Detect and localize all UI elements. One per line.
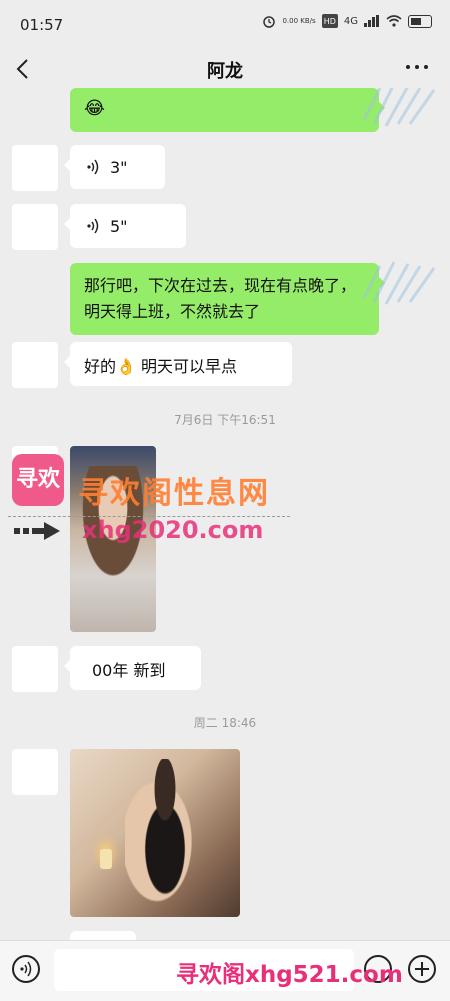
hd-badge: HD — [321, 14, 338, 28]
avatar[interactable] — [12, 145, 58, 191]
timestamp: 周二 18:46 — [193, 716, 257, 730]
watermark-bottom: 寻欢阁xhg521.com — [176, 962, 403, 988]
message-received[interactable]: 好的👌 明天可以早点 — [64, 342, 292, 386]
input-bar: 寻欢阁xhg521.com — [0, 940, 450, 1001]
arrow-right-icon — [14, 522, 60, 540]
scribble-decoration — [362, 88, 436, 127]
avatar[interactable] — [12, 749, 58, 795]
chat-area[interactable]: 😂 3" 5" 那行吧，下次在过去，现在有点晚了，明天得上班，不然就去了 好的👌… — [0, 88, 450, 940]
battery-icon — [408, 14, 432, 28]
voice-duration: 5" — [110, 216, 128, 236]
alarm-icon — [263, 16, 276, 28]
add-attachment-button[interactable] — [408, 955, 436, 983]
voice-message[interactable]: 5" — [64, 204, 186, 248]
voice-message[interactable]: 3" — [64, 145, 165, 189]
signal-bars-icon — [364, 15, 379, 27]
watermark-url: xhg2020.com — [82, 516, 264, 544]
voice-input-button[interactable] — [12, 955, 40, 983]
signal-label: 4G — [343, 15, 358, 27]
scribble-decoration — [362, 261, 436, 305]
avatar[interactable] — [12, 342, 58, 388]
voice-duration: 3" — [110, 157, 128, 177]
net-speed: 0.00 KB/s — [282, 16, 316, 25]
voice-wave-icon — [87, 218, 99, 234]
status-icons: 0.00 KB/s HD 4G — [262, 14, 432, 28]
avatar[interactable] — [12, 204, 58, 250]
timestamp: 7月6日 下午16:51 — [174, 413, 276, 427]
avatar[interactable] — [12, 646, 58, 692]
wifi-icon — [386, 15, 402, 27]
message-sent-partial[interactable]: 😂 — [70, 88, 385, 132]
watermark-site-name: 寻欢阁性息网 — [78, 476, 270, 511]
message-emoji: 😂 — [84, 98, 106, 119]
more-options-icon[interactable] — [406, 62, 432, 72]
message-sent[interactable]: 那行吧，下次在过去，现在有点晚了，明天得上班，不然就去了 — [70, 263, 385, 335]
watermark-logo: 寻欢 — [12, 454, 64, 506]
status-bar: 01:57 0.00 KB/s HD 4G — [0, 0, 450, 52]
message-received-partial[interactable] — [70, 931, 136, 940]
message-received[interactable]: 00年 新到 — [64, 646, 201, 690]
status-time: 01:57 — [20, 16, 64, 34]
photo-message[interactable] — [70, 749, 240, 917]
voice-wave-icon — [87, 159, 99, 175]
chat-title: 阿龙 — [207, 61, 243, 82]
nav-bar: 阿龙 — [0, 52, 450, 88]
voice-wave-icon — [20, 961, 32, 977]
